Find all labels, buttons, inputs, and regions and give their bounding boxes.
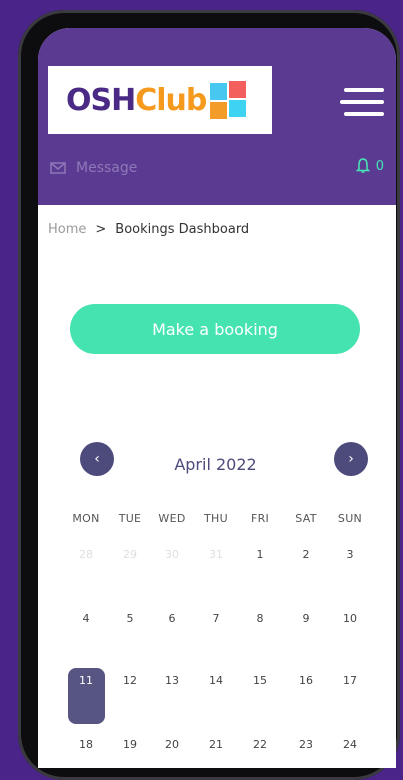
chevron-right-icon: › (348, 451, 354, 467)
weekday-header: WED (158, 512, 186, 525)
calendar-day[interactable]: 30 (165, 548, 179, 561)
calendar-day[interactable]: 21 (209, 738, 223, 751)
weekday-header: THU (204, 512, 228, 525)
calendar-day[interactable]: 16 (299, 674, 313, 687)
calendar-day[interactable]: 6 (169, 612, 176, 625)
calendar-day[interactable]: 20 (165, 738, 179, 751)
breadcrumb: Home > Bookings Dashboard (48, 222, 249, 237)
logo-text-club: Club (135, 82, 207, 118)
calendar-day[interactable]: 19 (123, 738, 137, 751)
make-booking-button[interactable]: Make a booking (70, 304, 360, 354)
calendar-day[interactable]: 22 (253, 738, 267, 751)
chevron-left-icon: ‹ (94, 451, 100, 467)
calendar-day[interactable]: 24 (343, 738, 357, 751)
calendar-day[interactable]: 8 (257, 612, 264, 625)
calendar-day[interactable]: 7 (213, 612, 220, 625)
calendar-day[interactable]: 2 (303, 548, 310, 561)
calendar-day[interactable]: 29 (123, 548, 137, 561)
calendar-day[interactable]: 12 (123, 674, 137, 687)
calendar-day[interactable]: 15 (253, 674, 267, 687)
message-label: Message (76, 160, 138, 176)
calendar-month-label: April 2022 (174, 455, 257, 474)
notifications-button[interactable]: 0 (355, 158, 384, 174)
logo-text-osh: OSH (66, 82, 136, 118)
calendar-day[interactable]: 11 (79, 674, 93, 687)
calendar-day[interactable]: 17 (343, 674, 357, 687)
calendar-day[interactable]: 4 (83, 612, 90, 625)
calendar-day[interactable]: 1 (257, 548, 264, 561)
weekday-header: SUN (337, 512, 363, 525)
message-link[interactable]: Message (50, 160, 137, 176)
weekday-header: MON (72, 512, 100, 525)
calendar-day[interactable]: 23 (299, 738, 313, 751)
weekday-header: TUE (118, 512, 142, 525)
prev-month-button[interactable]: ‹ (80, 442, 114, 476)
breadcrumb-current: Bookings Dashboard (115, 222, 250, 237)
weekday-header: SAT (295, 512, 317, 525)
calendar-day[interactable]: 13 (165, 674, 179, 687)
calendar-day[interactable]: 14 (209, 674, 223, 687)
next-month-button[interactable]: › (334, 442, 368, 476)
calendar-day[interactable]: 28 (79, 548, 93, 561)
weekday-header: FRI (250, 512, 270, 525)
breadcrumb-home[interactable]: Home (48, 222, 86, 237)
header: OSH Club Message 0 (38, 28, 396, 205)
breadcrumb-separator: > (95, 222, 107, 237)
calendar-day[interactable]: 18 (79, 738, 93, 751)
hamburger-menu-icon[interactable] (340, 88, 384, 116)
calendar-day[interactable]: 10 (343, 612, 357, 625)
notification-count: 0 (375, 158, 384, 174)
app-screen: OSH Club Message 0 Home > Bookings Dashb… (38, 28, 396, 768)
envelope-icon (50, 162, 66, 174)
logo[interactable]: OSH Club (48, 66, 272, 134)
calendar-day[interactable]: 3 (347, 548, 354, 561)
logo-mark-icon (210, 81, 248, 119)
calendar-day[interactable]: 5 (127, 612, 134, 625)
calendar-day[interactable]: 31 (209, 548, 223, 561)
calendar-day[interactable]: 9 (303, 612, 310, 625)
bell-icon (355, 158, 370, 173)
